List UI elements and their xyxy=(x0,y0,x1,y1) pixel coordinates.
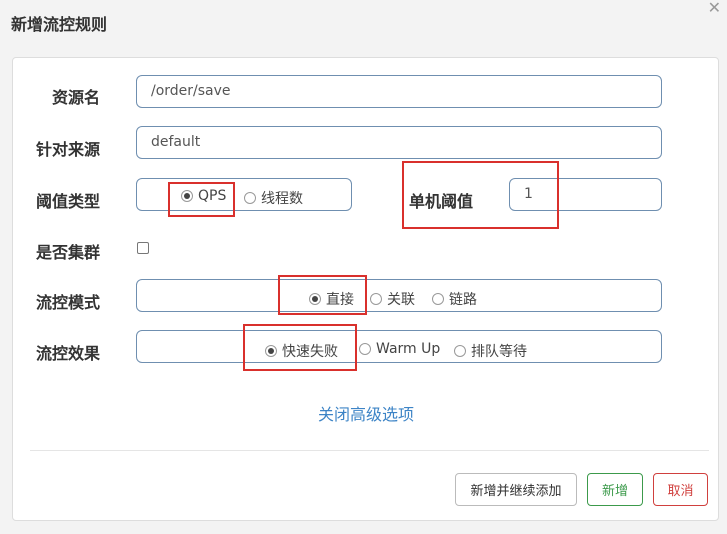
radio-queue-wait-label: 排队等待 xyxy=(471,344,527,360)
radio-direct-indicator[interactable] xyxy=(309,293,321,305)
radio-associated-label: 关联 xyxy=(387,292,415,308)
flow-effect-label: 流控效果 xyxy=(36,344,101,363)
threshold-type-group: QPS 线程数 xyxy=(136,178,352,211)
advanced-options-toggle[interactable]: 关闭高级选项 xyxy=(318,401,414,425)
add-and-continue-button[interactable]: 新增并继续添加 xyxy=(455,473,577,506)
radio-chain-label: 链路 xyxy=(449,292,477,308)
radio-chain[interactable]: 链路 xyxy=(432,289,477,309)
origin-value: default xyxy=(151,134,201,150)
radio-queue-wait-indicator[interactable] xyxy=(454,345,466,357)
flow-effect-group: 快速失败 Warm Up 排队等待 xyxy=(136,330,662,363)
radio-warm-up-indicator[interactable] xyxy=(359,343,371,355)
radio-thread-count[interactable]: 线程数 xyxy=(244,188,303,208)
single-threshold-label: 单机阈值 xyxy=(409,192,474,211)
resource-name-label: 资源名 xyxy=(52,88,101,107)
radio-associated[interactable]: 关联 xyxy=(370,289,415,309)
radio-thread-count-label: 线程数 xyxy=(261,191,303,207)
radio-warm-up[interactable]: Warm Up xyxy=(359,341,440,357)
radio-direct[interactable]: 直接 xyxy=(309,289,354,309)
radio-associated-indicator[interactable] xyxy=(370,293,382,305)
dialog-title: 新增流控规则 xyxy=(11,15,108,34)
radio-queue-wait[interactable]: 排队等待 xyxy=(454,341,527,361)
cancel-button[interactable]: 取消 xyxy=(653,473,708,506)
form-panel: 资源名 /order/save 针对来源 default 阈值类型 QPS 线程… xyxy=(12,57,719,521)
origin-label: 针对来源 xyxy=(36,140,101,159)
resource-name-value: /order/save xyxy=(151,83,231,99)
footer-divider xyxy=(30,450,709,451)
radio-warm-up-label: Warm Up xyxy=(376,341,441,357)
add-button[interactable]: 新增 xyxy=(587,473,643,506)
radio-fast-fail-indicator[interactable] xyxy=(265,345,277,357)
single-threshold-value: 1 xyxy=(524,186,533,202)
flow-mode-label: 流控模式 xyxy=(36,293,101,312)
close-icon[interactable]: ✕ xyxy=(708,0,721,16)
flow-mode-group: 直接 关联 链路 xyxy=(136,279,662,312)
cluster-checkbox[interactable] xyxy=(137,242,149,254)
radio-qps-label: QPS xyxy=(198,188,227,204)
radio-qps[interactable]: QPS xyxy=(181,188,226,204)
radio-direct-label: 直接 xyxy=(326,292,354,308)
radio-qps-indicator[interactable] xyxy=(181,190,193,202)
cluster-label: 是否集群 xyxy=(36,243,101,262)
resource-name-input[interactable]: /order/save xyxy=(136,75,662,108)
radio-chain-indicator[interactable] xyxy=(432,293,444,305)
radio-thread-count-indicator[interactable] xyxy=(244,192,256,204)
radio-fast-fail-label: 快速失败 xyxy=(282,344,338,360)
radio-fast-fail[interactable]: 快速失败 xyxy=(265,341,338,361)
single-threshold-input[interactable]: 1 xyxy=(509,178,662,211)
origin-input[interactable]: default xyxy=(136,126,662,159)
threshold-type-label: 阈值类型 xyxy=(36,192,101,211)
